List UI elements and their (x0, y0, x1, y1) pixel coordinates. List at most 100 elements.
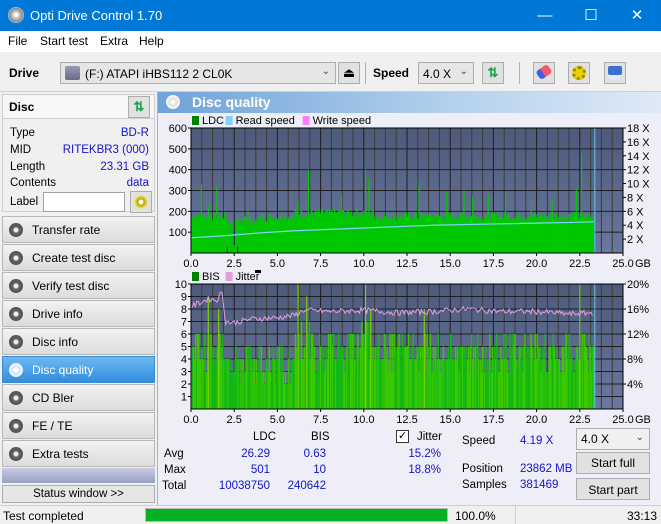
nav-disc-quality[interactable]: Disc quality (2, 356, 155, 383)
maximize-button[interactable]: ☐ (568, 0, 614, 31)
position-label: Position (462, 463, 503, 475)
progress-fill (146, 509, 447, 521)
y2-tick-label: 2 X (627, 234, 644, 246)
speed-stat-label: Speed (462, 435, 496, 447)
legend-label: LDC (202, 115, 224, 127)
x-tick-label: 22.5 (569, 258, 590, 270)
nav-fe-te[interactable]: FE / TE (2, 412, 155, 439)
x-tick-label: 5.0 (270, 258, 285, 270)
speed-select[interactable]: 4.0 X ⌄ (418, 62, 474, 84)
disc-icon (9, 307, 23, 321)
nav-label: Transfer rate (32, 223, 101, 237)
y2-tick-label: 12% (627, 329, 649, 341)
nav-disc-info[interactable]: Disc info (2, 328, 155, 355)
separator (365, 62, 366, 84)
disc-icon (9, 363, 23, 377)
title-bar: Opti Drive Control 1.70 — ☐ ✕ (0, 0, 661, 31)
bis-bar (592, 346, 595, 409)
contents-label: Contents (10, 177, 57, 189)
y-tick-label: 6 (181, 329, 187, 341)
position-value: 23862 MB (520, 463, 573, 475)
nav-label: Disc info (32, 335, 79, 349)
y-tick-label: 4 (181, 354, 187, 366)
legend-label: Read speed (236, 115, 295, 127)
y2-tick-label: 18 X (627, 123, 650, 135)
drive-select[interactable]: (F:) ATAPI iHBS112 2 CL0K ⌄ (60, 62, 336, 84)
nav-label: CD Bler (32, 391, 75, 405)
y2-tick-label: 8% (627, 354, 643, 366)
refresh-button[interactable]: ⇅ (482, 62, 504, 84)
max-ldc: 501 (250, 464, 270, 476)
x-tick-label: 0.0 (183, 414, 198, 426)
nav-extra-tests[interactable]: Extra tests (2, 440, 155, 467)
avg-jitter: 15.2% (408, 448, 441, 460)
x-tick-label: 20.0 (526, 258, 547, 270)
start-part-button[interactable]: Start part (576, 478, 650, 500)
jitter-checkbox[interactable]: ✓ (396, 430, 409, 443)
nav-cd-bler[interactable]: CD Bler (2, 384, 155, 411)
label-input[interactable] (43, 192, 125, 212)
y2-tick-label: 12 X (627, 165, 650, 177)
nav-transfer-rate[interactable]: Transfer rate (2, 216, 155, 243)
x-tick-label: 0.0 (183, 258, 198, 270)
mid-value: RITEKBR3 (000) (62, 144, 149, 156)
start-full-button[interactable]: Start full (576, 452, 650, 474)
speed-value: 4.0 X (423, 67, 452, 81)
menu-start-test[interactable]: Start test (40, 34, 88, 48)
erase-button[interactable] (533, 62, 555, 84)
y2-tick-label: 16 X (627, 137, 650, 149)
menu-help[interactable]: Help (139, 34, 164, 48)
mid-label: MID (10, 144, 32, 156)
samples-label: Samples (462, 479, 507, 491)
nav-label: Extra tests (32, 447, 89, 461)
avg-label: Avg (164, 448, 184, 460)
length-label: Length (10, 161, 46, 173)
y-tick-label: 1 (181, 392, 187, 404)
max-label: Max (164, 464, 186, 476)
speed-stat-value: 4.19 X (520, 435, 554, 447)
status-text: Test completed (3, 509, 84, 523)
chevron-down-icon: ⌄ (459, 66, 468, 77)
ldc-col-header: LDC (253, 431, 277, 443)
y2-tick-label: 14 X (627, 151, 650, 163)
disc-quality-panel: Disc quality 0.0 2.5 5.0 7.5 10.0 12.5 15.0 17.… (157, 92, 661, 505)
nav-drive-info[interactable]: Drive info (2, 300, 155, 327)
cd-icon (134, 195, 148, 209)
y-tick-label: 300 (169, 186, 187, 198)
ldc-chart: 0.0 2.5 5.0 7.5 10.0 12.5 15.0 17.5 20.0 22.5 25.0… (169, 115, 651, 270)
x-tick-label: 17.5 (483, 258, 504, 270)
close-button[interactable]: ✕ (614, 0, 660, 31)
x-tick-label: 22.5 (569, 414, 590, 426)
x-axis-unit: GB (635, 258, 651, 270)
status-window-button[interactable]: Status window >> (2, 485, 155, 503)
total-label: Total (162, 480, 187, 492)
disc-header: Disc ⇅ (3, 95, 154, 119)
legend-swatch (192, 116, 199, 125)
save-button[interactable] (604, 62, 626, 84)
nav-verify-test-disc[interactable]: Verify test disc (2, 272, 155, 299)
test-speed-select[interactable]: 4.0 X ⌄ (576, 428, 650, 450)
avg-bis: 0.63 (303, 448, 326, 460)
menu-extra[interactable]: Extra (100, 34, 128, 48)
app-disc-icon (8, 7, 24, 23)
x-tick-label: 10.0 (353, 414, 374, 426)
status-bar: Test completed 100.0% 33:13 (0, 505, 661, 524)
disc-label-button[interactable] (130, 191, 152, 213)
menu-file[interactable]: File (8, 34, 27, 48)
separator (515, 506, 516, 524)
y-tick-label: 9 (181, 292, 187, 304)
eject-button[interactable]: ⏏ (338, 62, 360, 84)
disc-refresh-button[interactable]: ⇅ (128, 96, 150, 118)
minimize-button[interactable]: — (522, 0, 568, 31)
disc-icon (9, 223, 23, 237)
legend-swatch (225, 116, 233, 125)
legend-marker (255, 270, 261, 273)
nav-create-test-disc[interactable]: Create test disc (2, 244, 155, 271)
left-panel: Disc ⇅ Type BD-R MID RITEKBR3 (000) Leng… (0, 92, 157, 505)
charts-area: 0.0 2.5 5.0 7.5 10.0 12.5 15.0 17.5 20.0 22.5 25.0… (169, 115, 651, 426)
x-tick-label: 7.5 (313, 414, 328, 426)
x-tick-label: 25.0 (612, 258, 633, 270)
settings-button[interactable] (568, 62, 590, 84)
disc-icon (9, 447, 23, 461)
jitter-col-header: Jitter (417, 431, 442, 443)
